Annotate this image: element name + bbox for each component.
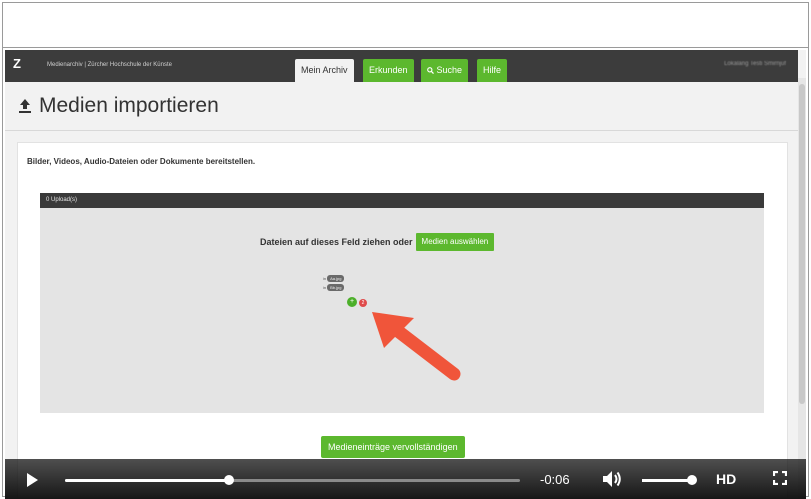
screenshot-frame: Z Medienarchiv | Zürcher Hochschule der … <box>0 0 811 499</box>
video-player[interactable]: Z Medienarchiv | Zürcher Hochschule der … <box>5 50 806 499</box>
brand-title[interactable]: Medienarchiv | Zürcher Hochschule der Kü… <box>47 62 172 68</box>
drop-plus-icon: + <box>347 297 357 307</box>
tab-erkunden[interactable]: Erkunden <box>363 59 414 82</box>
drop-text: Dateien auf dieses Feld ziehen oder <box>260 237 413 247</box>
intro-text: Bilder, Videos, Audio-Dateien oder Dokum… <box>27 157 256 166</box>
complete-entries-button[interactable]: Medieneinträge vervollständigen <box>321 436 465 458</box>
app-logo[interactable]: Z <box>13 56 21 71</box>
user-menu[interactable]: Lokalang Testi Smirnjuf <box>724 61 786 67</box>
page-header: Medien importieren <box>17 94 219 118</box>
upload-count: 0 Upload(s) <box>46 197 78 203</box>
tab-mein-archiv[interactable]: Mein Archiv <box>295 59 354 82</box>
time-remaining: -0:06 <box>540 472 570 487</box>
tab-label: Suche <box>436 65 463 75</box>
file-tag: in <box>323 276 327 281</box>
dragged-file: in Aa.jpg <box>323 275 345 282</box>
upload-status-bar: 0 Upload(s) <box>40 193 764 208</box>
file-name: Bb.jpg <box>327 284 345 291</box>
play-icon[interactable] <box>27 473 38 487</box>
player-controls: -0:06 HD <box>5 459 806 499</box>
volume-icon[interactable] <box>601 469 623 489</box>
fullscreen-icon[interactable] <box>773 471 787 485</box>
header-divider <box>5 130 798 131</box>
progress-fill <box>65 479 229 482</box>
tab-label: Erkunden <box>369 65 408 75</box>
tab-label: Mein Archiv <box>301 65 348 75</box>
drop-instructions: Dateien auf dieses Feld ziehen oder Medi… <box>260 233 495 251</box>
top-divider <box>2 47 809 48</box>
tab-hilfe[interactable]: Hilfe <box>477 59 508 82</box>
scrollbar-thumb[interactable] <box>799 84 805 404</box>
top-nav: Z Medienarchiv | Zürcher Hochschule der … <box>5 50 798 82</box>
tab-suche[interactable]: Suche <box>421 59 469 82</box>
annotation-arrow-icon <box>372 312 461 381</box>
dragged-file: in Bb.jpg <box>323 284 345 291</box>
progress-handle[interactable] <box>223 475 234 485</box>
volume-handle[interactable] <box>687 475 697 485</box>
progress-track[interactable] <box>65 475 520 485</box>
hd-toggle[interactable]: HD <box>716 471 736 487</box>
file-tag: in <box>323 285 327 290</box>
tab-label: Hilfe <box>483 65 502 75</box>
file-name: Aa.jpg <box>327 275 345 282</box>
page-title: Medien importieren <box>39 94 219 117</box>
upload-icon <box>19 99 31 113</box>
page-scrollbar[interactable] <box>798 78 806 499</box>
select-media-button[interactable]: Medien auswählen <box>415 233 495 251</box>
file-count-badge: 2 <box>359 299 367 307</box>
search-icon <box>427 67 434 74</box>
